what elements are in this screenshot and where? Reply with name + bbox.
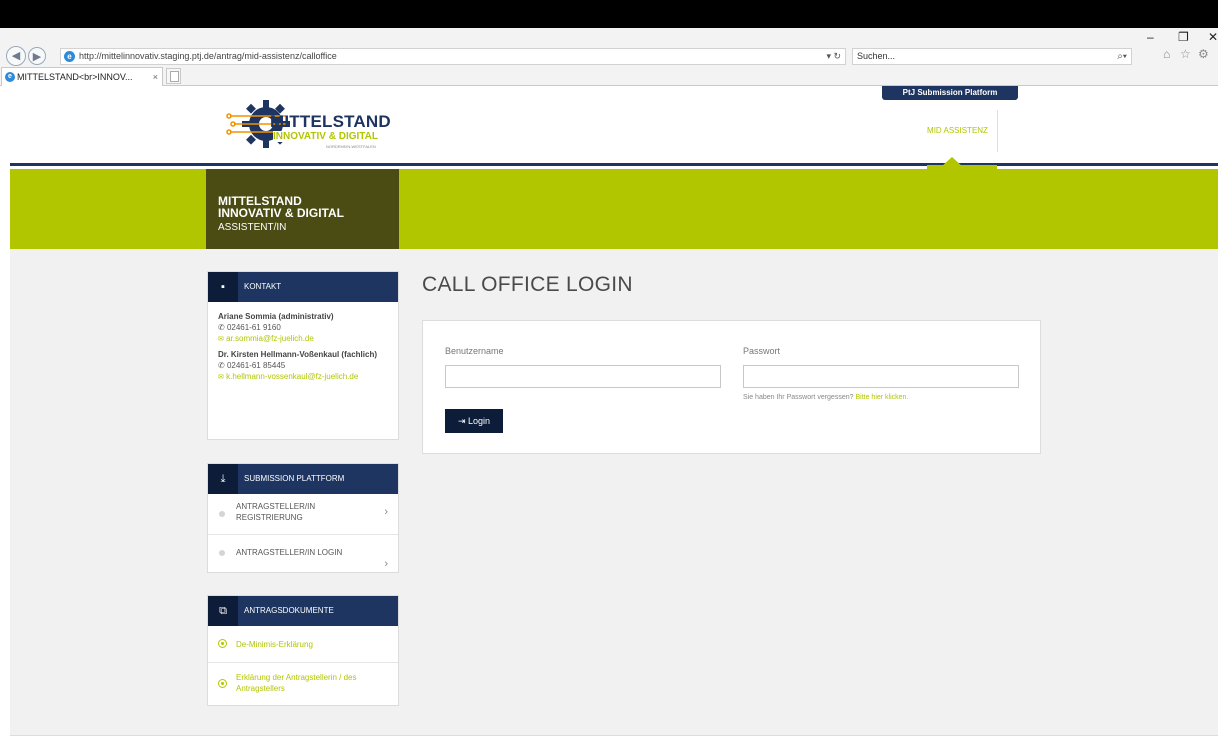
search-box[interactable]: Suchen... ⌕▾	[852, 48, 1132, 65]
mail-icon: ✉	[218, 336, 224, 343]
documents-icon: ⧉	[208, 596, 238, 626]
browser-tab[interactable]: e MITTELSTAND<br>INNOV... ×	[1, 67, 163, 86]
top-black-bar	[0, 0, 1218, 28]
contact-name: Ariane Sommia (administrativ)	[218, 312, 334, 321]
contact-body: Ariane Sommia (administrativ) ✆ 02461-61…	[208, 302, 398, 392]
search-placeholder: Suchen...	[857, 51, 896, 61]
forgot-password-link[interactable]: Bitte hier klicken.	[855, 394, 908, 401]
browser-chrome: ◀ ▶ e http://mittelinnovativ.staging.ptj…	[0, 28, 1218, 86]
page-title: CALL OFFICE LOGIN	[422, 273, 633, 296]
submission-item-registrierung[interactable]: ANTRAGSTELLER/IN REGISTRIERUNG ›	[208, 494, 398, 535]
contact-name: Dr. Kirsten Hellmann-Voßenkaul (fachlich…	[218, 350, 377, 359]
submission-item-label: ANTRAGSTELLER/IN REGISTRIERUNG	[236, 502, 316, 522]
address-bar[interactable]: e http://mittelinnovativ.staging.ptj.de/…	[60, 48, 846, 65]
download-circle-icon	[218, 639, 227, 648]
logo-title: MITTELSTAND	[270, 112, 391, 131]
document-item-de-minimis[interactable]: De-Minimis-Erklärung	[208, 626, 398, 663]
submission-panel: ⤓ SUBMISSION PLATTFORM ANTRAGSTELLER/IN …	[207, 463, 399, 573]
restore-icon[interactable]: ❐	[1178, 30, 1189, 44]
star-icon[interactable]: ☆	[1180, 47, 1191, 61]
login-icon: ⇥	[457, 416, 466, 426]
gear-icon[interactable]: ⚙	[1198, 47, 1209, 61]
forgot-password-text: Sie haben Ihr Passwort vergessen?	[743, 394, 854, 401]
nav-item-mid-assistenz[interactable]: MID ASSISTENZ	[918, 110, 998, 152]
banner-line3: ASSISTENT/IN	[218, 222, 287, 233]
document-item-erklaerung[interactable]: Erklärung der Antragstellerin / des Antr…	[208, 663, 398, 705]
contact-phone: 02461-61 9160	[226, 323, 281, 332]
chevron-right-icon: ›	[384, 506, 388, 518]
login-button-label: Login	[468, 416, 491, 426]
hero-banner: MITTELSTAND INNOVATIV & DIGITAL ASSISTEN…	[10, 169, 1218, 249]
chevron-right-icon: ›	[384, 558, 388, 570]
home-icon[interactable]: ⌂	[1163, 47, 1170, 61]
contact-panel: ▪ KONTAKT Ariane Sommia (administrativ) …	[207, 271, 399, 440]
contact-email-row[interactable]: ✉ ar.sommia@fz-juelich.de	[218, 333, 388, 345]
contact-phone-row: ✆ 02461-61 9160	[218, 322, 388, 333]
close-window-icon[interactable]: ✕	[1208, 30, 1218, 44]
minimize-icon[interactable]: –	[1147, 30, 1154, 44]
banner-title-box: MITTELSTAND INNOVATIV & DIGITAL ASSISTEN…	[206, 169, 399, 249]
platform-tab[interactable]: PtJ Submission Platform	[882, 86, 1018, 100]
contact-title: KONTAKT	[244, 282, 282, 291]
documents-panel-header: ⧉ ANTRAGSDOKUMENTE	[208, 596, 398, 626]
password-label: Passwort	[743, 346, 781, 356]
contact-email-row[interactable]: ✉ k.hellmann-vossenkaul@fz-juelich.de	[218, 371, 388, 383]
login-card: Benutzername Passwort Sie haben Ihr Pass…	[422, 320, 1041, 454]
phone-icon: ✆	[218, 361, 225, 370]
tab-title: MITTELSTAND<br>INNOV...	[17, 72, 133, 82]
address-url: http://mittelinnovativ.staging.ptj.de/an…	[79, 51, 337, 61]
password-input[interactable]	[743, 365, 1019, 388]
download-circle-icon	[218, 679, 227, 688]
search-icon[interactable]: ⌕▾	[1117, 49, 1127, 64]
mail-icon: ✉	[218, 374, 224, 381]
logo-region: NORDRHEIN-WESTFALEN	[326, 144, 376, 149]
new-tab-icon[interactable]	[166, 68, 181, 84]
forgot-password-row: Sie haben Ihr Passwort vergessen? Bitte …	[743, 394, 908, 401]
submission-item-label: ANTRAGSTELLER/IN LOGIN	[236, 548, 343, 557]
login-button[interactable]: ⇥ Login	[445, 409, 503, 433]
phone-icon: ✆	[218, 323, 225, 332]
contact-email[interactable]: k.hellmann-vossenkaul@fz-juelich.de	[226, 372, 358, 381]
username-label: Benutzername	[445, 346, 504, 356]
tab-ie-icon: e	[5, 72, 15, 82]
site-logo[interactable]: MITTELSTAND INNOVATIV & DIGITAL NORDRHEI…	[226, 94, 396, 156]
document-item-label[interactable]: De-Minimis-Erklärung	[236, 640, 313, 649]
download-icon: ⤓	[208, 464, 238, 494]
submission-item-login[interactable]: ANTRAGSTELLER/IN LOGIN ›	[208, 535, 398, 571]
contact-phone: 02461-61 85445	[226, 361, 286, 370]
chat-icon: ▪	[208, 272, 238, 302]
document-item-label[interactable]: Erklärung der Antragstellerin / des Antr…	[236, 673, 357, 693]
logo-subtitle: INNOVATIV & DIGITAL	[273, 131, 378, 142]
refresh-icon[interactable]: ▾ ↻	[826, 49, 841, 64]
back-icon[interactable]: ◀	[6, 46, 26, 66]
forward-icon[interactable]: ▶	[28, 47, 46, 65]
submission-title: SUBMISSION PLATTFORM	[244, 474, 345, 483]
documents-panel: ⧉ ANTRAGSDOKUMENTE De-Minimis-Erklärung …	[207, 595, 399, 706]
contact-email[interactable]: ar.sommia@fz-juelich.de	[226, 334, 314, 343]
banner-line2: INNOVATIV & DIGITAL	[218, 206, 344, 220]
tab-close-icon[interactable]: ×	[153, 68, 158, 86]
site-header: MITTELSTAND INNOVATIV & DIGITAL NORDRHEI…	[10, 86, 1218, 169]
documents-title: ANTRAGSDOKUMENTE	[244, 606, 334, 615]
ie-icon: e	[64, 51, 75, 62]
bullet-icon	[219, 550, 225, 556]
username-input[interactable]	[445, 365, 721, 388]
submission-panel-header: ⤓ SUBMISSION PLATTFORM	[208, 464, 398, 494]
contact-panel-header: ▪ KONTAKT	[208, 272, 398, 302]
contact-phone-row: ✆ 02461-61 85445	[218, 360, 388, 371]
bullet-icon	[219, 511, 225, 517]
